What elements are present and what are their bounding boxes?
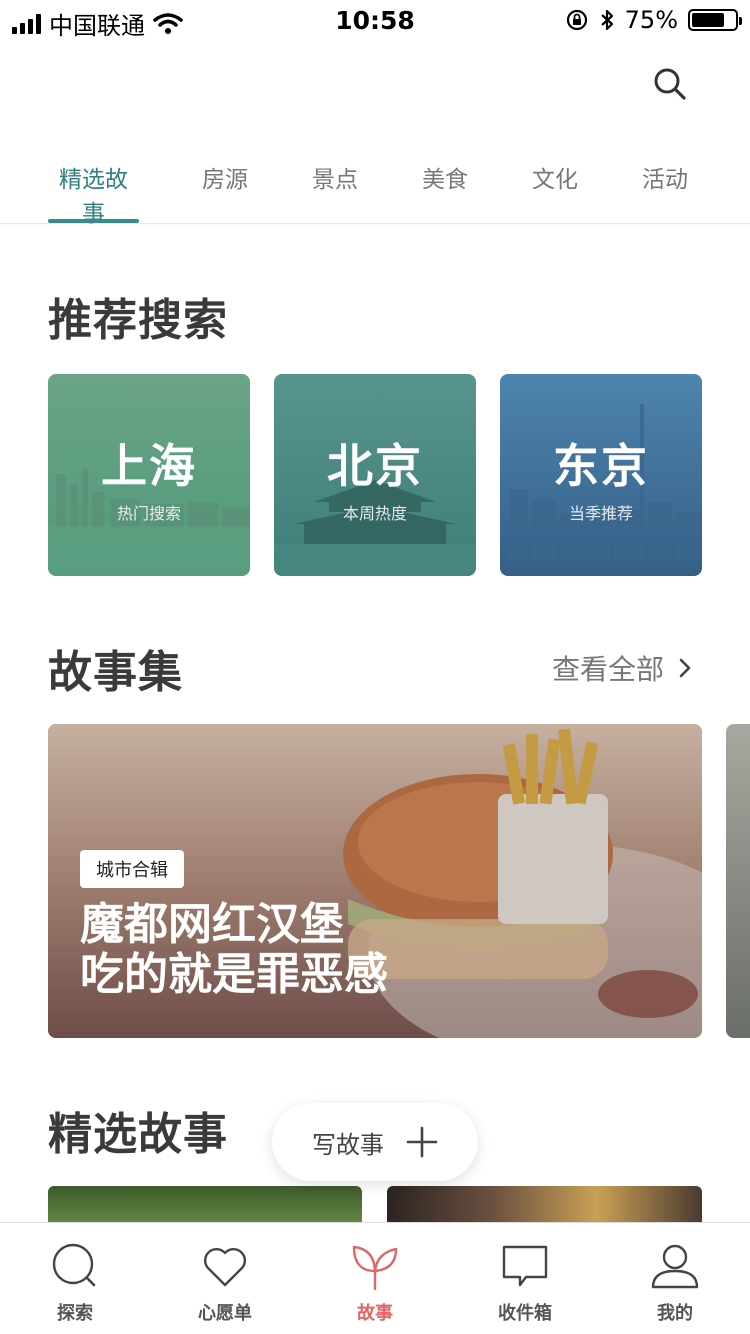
recommend-card-beijing[interactable]: 北京 本周热度 bbox=[274, 374, 476, 576]
write-story-label: 写故事 bbox=[312, 1130, 384, 1159]
tabbar-wishlist[interactable]: 心愿单 bbox=[150, 1223, 300, 1334]
featured-thumb-bar[interactable] bbox=[387, 1186, 702, 1226]
tabbar-label: 我的 bbox=[657, 1303, 693, 1324]
story-badge: 城市合辑 bbox=[80, 850, 184, 888]
tabbar-label: 收件箱 bbox=[498, 1303, 552, 1324]
carrier-label: 中国联通 bbox=[49, 12, 145, 40]
chevron-right-icon bbox=[679, 658, 691, 678]
write-story-button[interactable]: 写故事 bbox=[272, 1103, 478, 1181]
tab-listings[interactable]: 房源 bbox=[200, 160, 250, 214]
stories-section-title: 故事集 bbox=[48, 647, 183, 698]
card-subtitle: 当季推荐 bbox=[568, 504, 633, 523]
tab-attractions[interactable]: 景点 bbox=[310, 160, 360, 214]
status-right: 75% bbox=[565, 6, 742, 34]
tabbar-stories[interactable]: 故事 bbox=[300, 1223, 450, 1334]
tab-culture[interactable]: 文化 bbox=[530, 160, 580, 214]
tabbar-label: 故事 bbox=[357, 1303, 393, 1324]
story-title-line1: 魔都网红汉堡 bbox=[80, 899, 344, 950]
search-icon bbox=[52, 1243, 96, 1287]
featured-thumb-nature[interactable] bbox=[48, 1186, 362, 1226]
battery-icon bbox=[688, 9, 742, 31]
heart-icon bbox=[203, 1248, 247, 1287]
card-subtitle: 本周热度 bbox=[342, 504, 407, 523]
recommend-section-title: 推荐搜索 bbox=[48, 295, 228, 346]
active-tab-indicator bbox=[48, 219, 139, 223]
tab-events[interactable]: 活动 bbox=[640, 160, 690, 214]
see-all-link[interactable]: 查看全部 bbox=[552, 648, 692, 688]
sprout-icon bbox=[352, 1245, 398, 1291]
person-icon bbox=[651, 1244, 699, 1289]
story-card-next-peek[interactable] bbox=[726, 724, 750, 1038]
card-city: 上海 bbox=[101, 439, 197, 493]
wifi-icon bbox=[153, 12, 183, 34]
category-tabs: 精选故事 房源 景点 美食 文化 活动 bbox=[0, 150, 750, 227]
tabbar-explore[interactable]: 探索 bbox=[0, 1223, 150, 1334]
tabbar-inbox[interactable]: 收件箱 bbox=[450, 1223, 600, 1334]
orientation-lock-icon bbox=[566, 9, 587, 31]
tabbar-profile[interactable]: 我的 bbox=[600, 1223, 750, 1334]
story-title-line2: 吃的就是罪恶感 bbox=[80, 949, 388, 1000]
header-search-button[interactable] bbox=[650, 64, 690, 104]
card-city: 北京 bbox=[327, 439, 423, 493]
status-left: 中国联通 bbox=[12, 6, 183, 41]
bluetooth-icon bbox=[600, 9, 613, 31]
card-city: 东京 bbox=[553, 439, 649, 493]
card-subtitle: 热门搜索 bbox=[116, 504, 181, 523]
tabbar-label: 探索 bbox=[57, 1303, 93, 1324]
story-card[interactable]: 城市合辑 魔都网红汉堡 吃的就是罪恶感 bbox=[48, 724, 702, 1038]
tab-food[interactable]: 美食 bbox=[420, 160, 470, 214]
chat-bubble-icon bbox=[502, 1245, 548, 1287]
featured-section-title: 精选故事 bbox=[48, 1109, 228, 1160]
tab-featured-stories[interactable]: 精选故事 bbox=[48, 160, 139, 227]
signal-icon bbox=[12, 13, 41, 34]
bottom-tab-bar: 探索 心愿单 故事 收件箱 我的 bbox=[0, 1222, 750, 1334]
battery-percent: 75% bbox=[624, 6, 678, 34]
tabbar-label: 心愿单 bbox=[198, 1303, 252, 1324]
status-bar: 中国联通 10:58 75% bbox=[0, 0, 750, 40]
recommend-card-shanghai[interactable]: 上海 热门搜索 bbox=[48, 374, 250, 576]
plus-icon bbox=[406, 1126, 438, 1158]
story-title: 魔都网红汉堡 吃的就是罪恶感 bbox=[80, 900, 388, 1000]
see-all-label: 查看全部 bbox=[552, 653, 665, 686]
search-icon bbox=[654, 68, 686, 100]
recommend-card-tokyo[interactable]: 东京 当季推荐 bbox=[500, 374, 702, 576]
